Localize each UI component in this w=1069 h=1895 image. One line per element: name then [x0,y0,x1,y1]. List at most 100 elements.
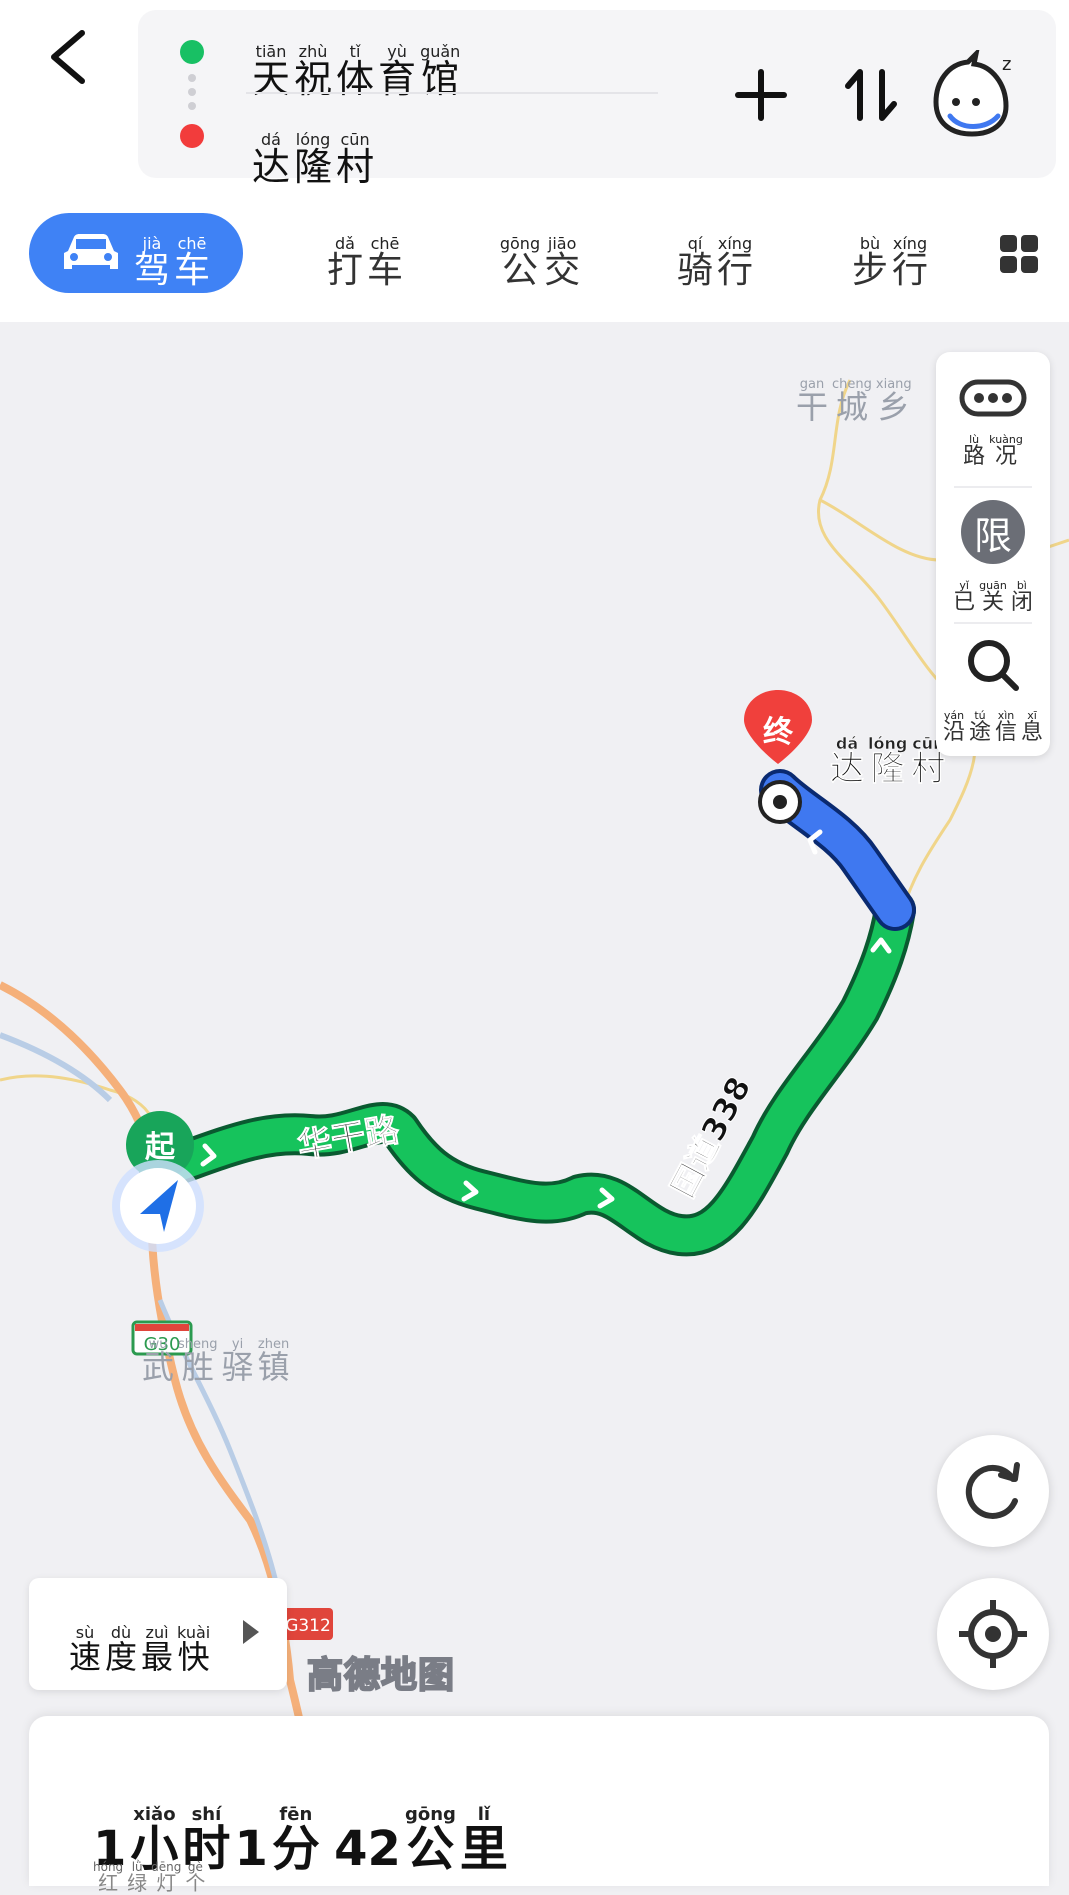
tab-walk-label: bù 步 xíng 行 [850,217,930,290]
traffic-label: lù 路 kuàng 况 [961,424,1025,468]
destination-dot-icon [180,124,204,148]
ruby-char: dá 达 [252,130,291,189]
connector-dot [188,88,196,96]
railway [0,1032,113,1103]
tab-walk[interactable]: bù 步 xíng 行 [825,213,955,293]
divider [246,92,658,94]
map-view[interactable]: 华干路 国道338 G30 G312 起 终 gan 干 cheng 城 xia… [0,322,1069,1722]
svg-text:G312: G312 [285,1616,331,1636]
ruby-char: yi 驿 [221,1337,254,1386]
map-tools-panel: lù 路 kuàng 况 限 yǐ 已 guān 关 bì 闭 yán 沿 tú 途 xìn 信 xī 息 [936,352,1050,756]
ruby-char: dēng 灯 [151,1860,182,1895]
ruby-char: gan 干 [796,377,829,426]
ruby-char: dǎ 打 [326,233,363,291]
ruby-char: kuài 快 [177,1623,211,1676]
ruby-char: xíng 行 [892,233,929,291]
car-icon [63,234,118,269]
transport-mode-tabs: jià 驾 chē 车 dǎ 打 chē 车 gōng 公 jiāo 交 qí 骑 xíng 行 bù 步… [0,210,1069,302]
locate-button[interactable] [937,1578,1049,1690]
ruby-char: qí 骑 [676,233,713,291]
refresh-icon [965,1462,1020,1519]
ruby-char: 42 [334,1821,401,1877]
search-icon [968,640,1019,691]
connector-dot [188,102,196,110]
ruby-char: gōng 公 [499,233,541,291]
map-canvas: 华干路 国道338 G30 G312 起 终 [0,379,1069,1722]
caret-right-icon [243,1620,259,1644]
place-label-wusheng: wu 武 sheng 胜 yi 驿 zhen 镇 [140,1318,292,1385]
ruby-char: xíng 行 [717,233,754,291]
map-watermark: 高德地图 [306,1654,456,1697]
ruby-char: cheng 城 [832,377,872,426]
tab-taxi[interactable]: dǎ 打 chē 车 [300,213,430,293]
tab-drive[interactable]: jià 驾 chē 车 [29,213,243,293]
route-summary-sheet[interactable]: 1 xiǎo 小 shí 时 1 fēn 分 42 gōng 公 lǐ 里 hóng 红 lǜ 绿 dēng… [29,1716,1049,1894]
svg-text:起: 起 [145,1130,176,1165]
ruby-char: lù 路 [963,433,986,469]
ruby-char: 1 [234,1821,268,1877]
ruby-char: bì 闭 [1010,579,1033,615]
ruby-char: xiang 乡 [875,377,912,426]
tab-transit-label: gōng 公 jiāo 交 [498,217,582,290]
route-line-green [143,893,912,1253]
more-modes-grid-icon[interactable] [998,233,1040,275]
g312-shield: G312 [283,1608,333,1640]
route-preference-button[interactable]: sù 速 dù 度 zuì 最 kuài 快 [29,1578,287,1690]
tab-bike[interactable]: qí 骑 xíng 行 [650,213,780,293]
restriction-icon: 限 [961,500,1025,564]
tab-bike-label: qí 骑 xíng 行 [675,217,755,290]
ruby-char: gōng 公 [404,1804,456,1877]
ruby-char: tú 途 [968,709,991,745]
ruby-char: cūn 村 [336,130,375,189]
destination-map-label: dá 达 lóng 隆 cūn 村 [828,718,947,788]
swap-icon[interactable] [838,62,904,128]
ruby-char: lǐ 里 [459,1804,508,1877]
voice-assistant-icon[interactable]: z [930,50,1020,142]
tab-taxi-label: dǎ 打 chē 车 [325,217,405,290]
ruby-char: kuàng 况 [989,433,1023,469]
ruby-char: fēn 分 [271,1804,320,1877]
ruby-char [324,1806,330,1824]
restriction-label: yǐ 已 guān 关 bì 闭 [951,570,1035,614]
destination-field[interactable]: dá 达 lóng 隆 cūn 村 [250,110,376,188]
traffic-icon [959,379,1027,417]
ruby-char: sheng 胜 [178,1337,218,1386]
route-header: tiān 天 zhù 祝 tǐ 体 yù 育 guǎn 馆 dá 达 lóng 隆 cūn 村 z [0,0,1069,322]
ruby-char: wu 武 [142,1337,175,1386]
ruby-char: dá 达 [830,734,865,789]
ruby-char: zuì 最 [141,1623,174,1676]
ruby-char: yán 沿 [942,709,965,745]
tab-drive-label: jià 驾 chē 车 [132,217,212,290]
back-icon[interactable] [40,25,100,89]
locate-icon [959,1600,1027,1668]
route-preference-label: sù 速 dù 度 zuì 最 kuài 快 [67,1608,212,1675]
along-route-search[interactable]: yán 沿 tú 途 xìn 信 xī 息 [936,628,1050,760]
ruby-char: lǜ 绿 [127,1860,148,1895]
ruby-char: yǐ 已 [953,579,976,615]
ruby-char: gè 个 [185,1860,206,1895]
ruby-char: jiāo 交 [544,233,581,291]
ruby-char: jià 驾 [133,233,170,291]
ruby-char: zhen 镇 [257,1337,290,1386]
ruby-char: guān 关 [979,579,1007,615]
along-route-label: yán 沿 tú 途 xìn 信 xī 息 [941,700,1045,744]
current-location-icon [112,1160,204,1252]
ruby-char: sù 速 [69,1623,102,1676]
ruby-char: hóng 红 [93,1860,124,1895]
ruby-char: xī 息 [1021,709,1044,745]
route-input-panel: tiān 天 zhù 祝 tǐ 体 yù 育 guǎn 馆 dá 达 lóng 隆 cūn 村 z [138,10,1056,187]
restriction-toggle[interactable]: 限 yǐ 已 guān 关 bì 闭 [936,492,1050,624]
end-marker: 终 [744,690,812,824]
traffic-toggle[interactable]: lù 路 kuàng 况 [936,366,1050,498]
ruby-char: xìn 信 [995,709,1018,745]
ruby-char: bù 步 [851,233,888,291]
ruby-char: lóng 隆 [294,130,333,189]
assistant-badge: z [1002,54,1011,75]
add-waypoint-icon[interactable] [728,62,794,128]
refresh-button[interactable] [937,1435,1049,1547]
tab-transit[interactable]: gōng 公 jiāo 交 [475,213,605,293]
ruby-char: chē 车 [174,233,211,291]
svg-text:终: 终 [763,715,794,750]
origin-field[interactable]: tiān 天 zhù 祝 tǐ 体 yù 育 guǎn 馆 [250,22,462,100]
ruby-char: dù 度 [105,1623,138,1676]
